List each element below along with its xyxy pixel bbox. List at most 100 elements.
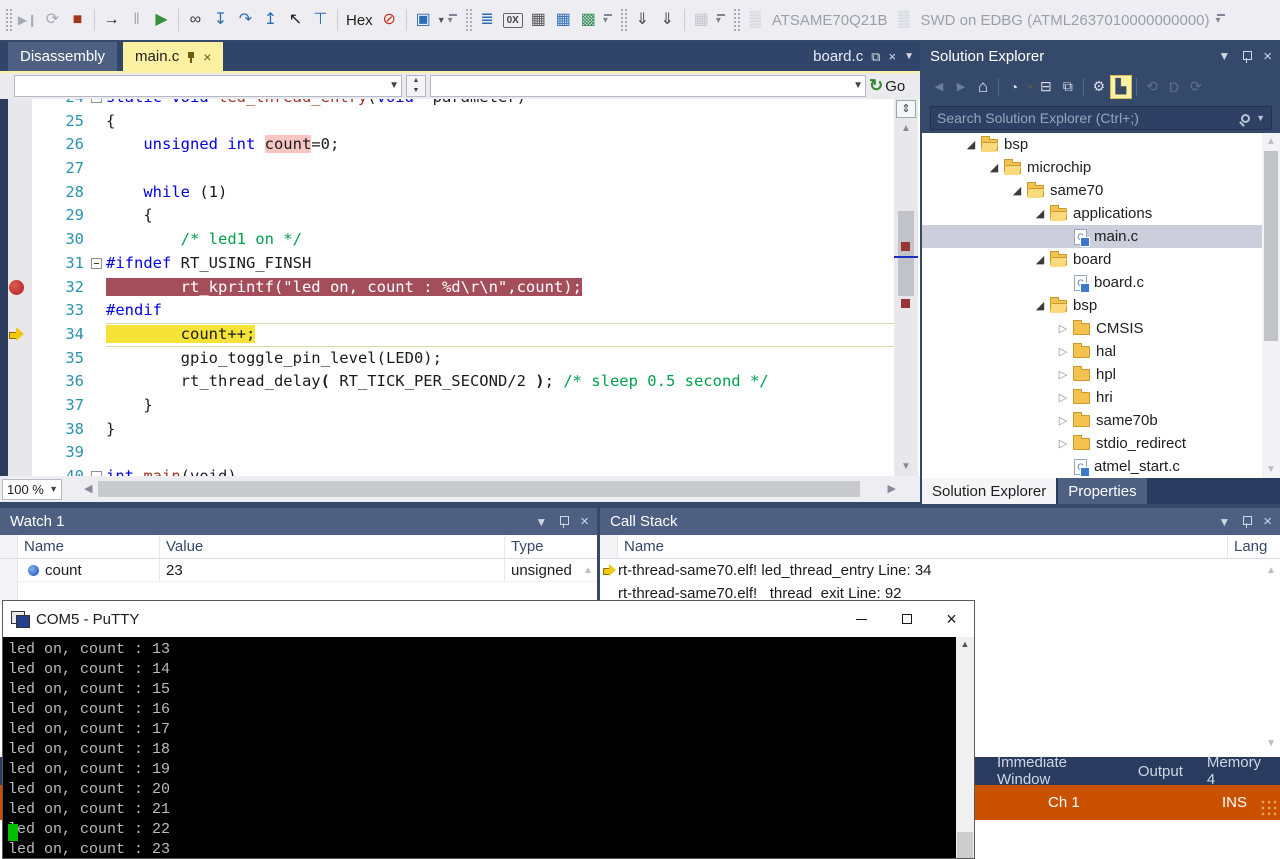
maximize-button[interactable]: [884, 601, 929, 637]
editor-vertical-scrollbar[interactable]: ⇕ ▲ ▼: [894, 99, 918, 476]
step-over-icon[interactable]: ↷: [233, 6, 258, 34]
code-line[interactable]: 24static void led_thread_entry(void *par…: [0, 99, 894, 110]
debug-target-icon[interactable]: ▣: [411, 6, 436, 34]
glyph-margin[interactable]: [0, 252, 32, 276]
fold-gutter[interactable]: [90, 228, 106, 252]
tree-item-same70[interactable]: ◢same70: [922, 179, 1280, 202]
close-button[interactable]: ×: [929, 601, 974, 637]
column-header-type[interactable]: Type: [505, 535, 575, 558]
pending-filter-icon[interactable]: ◔: [1003, 75, 1025, 99]
start-debug-icon[interactable]: ▶: [149, 6, 174, 34]
glyph-margin[interactable]: [0, 394, 32, 418]
quickwatch-icon[interactable]: ∞: [183, 6, 208, 34]
zoom-level-dropdown[interactable]: 100 %▼: [2, 479, 62, 500]
toolbar-overflow-icon[interactable]: [1216, 7, 1228, 33]
tab-disassembly[interactable]: Disassembly: [8, 42, 117, 71]
sync-selection-icon[interactable]: ⧉: [1057, 75, 1079, 99]
fold-gutter[interactable]: [90, 370, 106, 394]
tab-main-c[interactable]: main.c ×: [123, 42, 223, 71]
terminal-scrollbar[interactable]: ▲: [956, 637, 974, 858]
glyph-margin[interactable]: [0, 441, 32, 465]
fold-gutter[interactable]: [90, 110, 106, 134]
fold-gutter[interactable]: [90, 181, 106, 205]
hex-toggle-button[interactable]: Hex: [342, 12, 377, 29]
collapsed-icon[interactable]: ▷: [1056, 414, 1070, 427]
code-line[interactable]: 38}: [0, 418, 894, 442]
fold-gutter[interactable]: [90, 133, 106, 157]
tree-item-board[interactable]: ◢board: [922, 248, 1280, 271]
expanded-icon[interactable]: ◢: [1010, 184, 1024, 197]
scroll-up-icon[interactable]: ▲: [1262, 136, 1280, 147]
tab-memory-4[interactable]: Memory 4: [1195, 754, 1280, 788]
scroll-down-icon[interactable]: ▼: [1266, 738, 1276, 749]
fold-gutter[interactable]: [90, 157, 106, 181]
scroll-up-icon[interactable]: ▲: [583, 565, 593, 576]
scroll-down-icon[interactable]: ▼: [894, 461, 918, 472]
chevron-down-icon[interactable]: ▼: [1026, 82, 1035, 92]
window-menu-icon[interactable]: ▼: [535, 515, 547, 529]
code-line[interactable]: 26 unsigned int count=0;: [0, 133, 894, 157]
chevron-down-icon[interactable]: ▼: [437, 15, 446, 25]
fold-gutter[interactable]: [90, 465, 106, 476]
glyph-margin[interactable]: [0, 370, 32, 394]
fold-gutter[interactable]: [90, 252, 106, 276]
code-line[interactable]: 29 {: [0, 204, 894, 228]
glyph-margin[interactable]: [0, 204, 32, 228]
code-line[interactable]: 32 rt_kprintf("led on, count : %d\r\n",c…: [0, 276, 894, 300]
scrollbar-thumb[interactable]: [1264, 151, 1278, 341]
toolbar-grip[interactable]: [733, 8, 740, 32]
glyph-margin[interactable]: [0, 133, 32, 157]
tree-item-applications[interactable]: ◢applications: [922, 202, 1280, 225]
fold-gutter[interactable]: [90, 441, 106, 465]
glyph-margin[interactable]: [0, 347, 32, 371]
code-line[interactable]: 37 }: [0, 394, 894, 418]
close-icon[interactable]: ×: [1263, 48, 1272, 65]
tab-solution-explorer[interactable]: Solution Explorer: [922, 478, 1056, 504]
close-icon[interactable]: ×: [580, 513, 589, 530]
tree-item-hri[interactable]: ▷hri: [922, 386, 1280, 409]
dock-window-icon[interactable]: ⧉: [871, 49, 880, 65]
pin-icon[interactable]: [186, 51, 196, 63]
collapse-icon[interactable]: [91, 99, 102, 103]
code-line[interactable]: 39: [0, 441, 894, 465]
fold-gutter[interactable]: [90, 204, 106, 228]
show-all-files-icon[interactable]: ▙: [1110, 75, 1132, 99]
glyph-margin[interactable]: [0, 110, 32, 134]
toolbar-overflow-icon[interactable]: [716, 7, 728, 33]
glyph-margin[interactable]: [0, 228, 32, 252]
collapse-icon[interactable]: [91, 258, 102, 269]
fold-gutter[interactable]: [90, 394, 106, 418]
solution-explorer-titlebar[interactable]: Solution Explorer ▼ ×: [922, 42, 1280, 70]
chevron-down-icon[interactable]: ▼: [904, 51, 914, 62]
watch-value[interactable]: 23: [160, 559, 505, 581]
watch-name[interactable]: count: [18, 559, 160, 581]
home-icon[interactable]: ⌂: [972, 75, 994, 99]
tree-item-board-c[interactable]: Cboard.c: [922, 271, 1280, 294]
fold-gutter[interactable]: [90, 323, 106, 347]
tree-item-CMSIS[interactable]: ▷CMSIS: [922, 317, 1280, 340]
close-icon[interactable]: ×: [889, 49, 897, 64]
spin-down-icon[interactable]: ▼: [407, 86, 425, 96]
close-icon[interactable]: ×: [203, 49, 211, 65]
tree-item-main-c[interactable]: Cmain.c: [922, 225, 1280, 248]
tree-item-bsp[interactable]: ◢bsp: [922, 294, 1280, 317]
tree-scrollbar[interactable]: ▲ ▼: [1262, 133, 1280, 478]
collapsed-icon[interactable]: ▷: [1056, 437, 1070, 450]
read-device-icon[interactable]: ⇓: [655, 6, 680, 34]
processor-view-icon[interactable]: ▦: [551, 6, 576, 34]
fold-gutter[interactable]: [90, 347, 106, 371]
fold-gutter[interactable]: [90, 99, 106, 110]
column-header-language[interactable]: Lang: [1228, 535, 1280, 558]
scrollbar-thumb[interactable]: [957, 832, 973, 858]
column-header-value[interactable]: Value: [160, 535, 505, 558]
scroll-up-icon[interactable]: ▲: [956, 639, 974, 649]
collapsed-icon[interactable]: ▷: [1056, 345, 1070, 358]
code-line[interactable]: 27: [0, 157, 894, 181]
tree-item-hal[interactable]: ▷hal: [922, 340, 1280, 363]
scroll-left-icon[interactable]: ◀: [84, 482, 92, 495]
code-line[interactable]: 30 /* led1 on */: [0, 228, 894, 252]
fold-gutter[interactable]: [90, 418, 106, 442]
toolbar-overflow-icon[interactable]: [448, 7, 460, 33]
glyph-margin[interactable]: [0, 299, 32, 323]
tree-item-atmel_start-c[interactable]: Catmel_start.c: [922, 455, 1280, 478]
